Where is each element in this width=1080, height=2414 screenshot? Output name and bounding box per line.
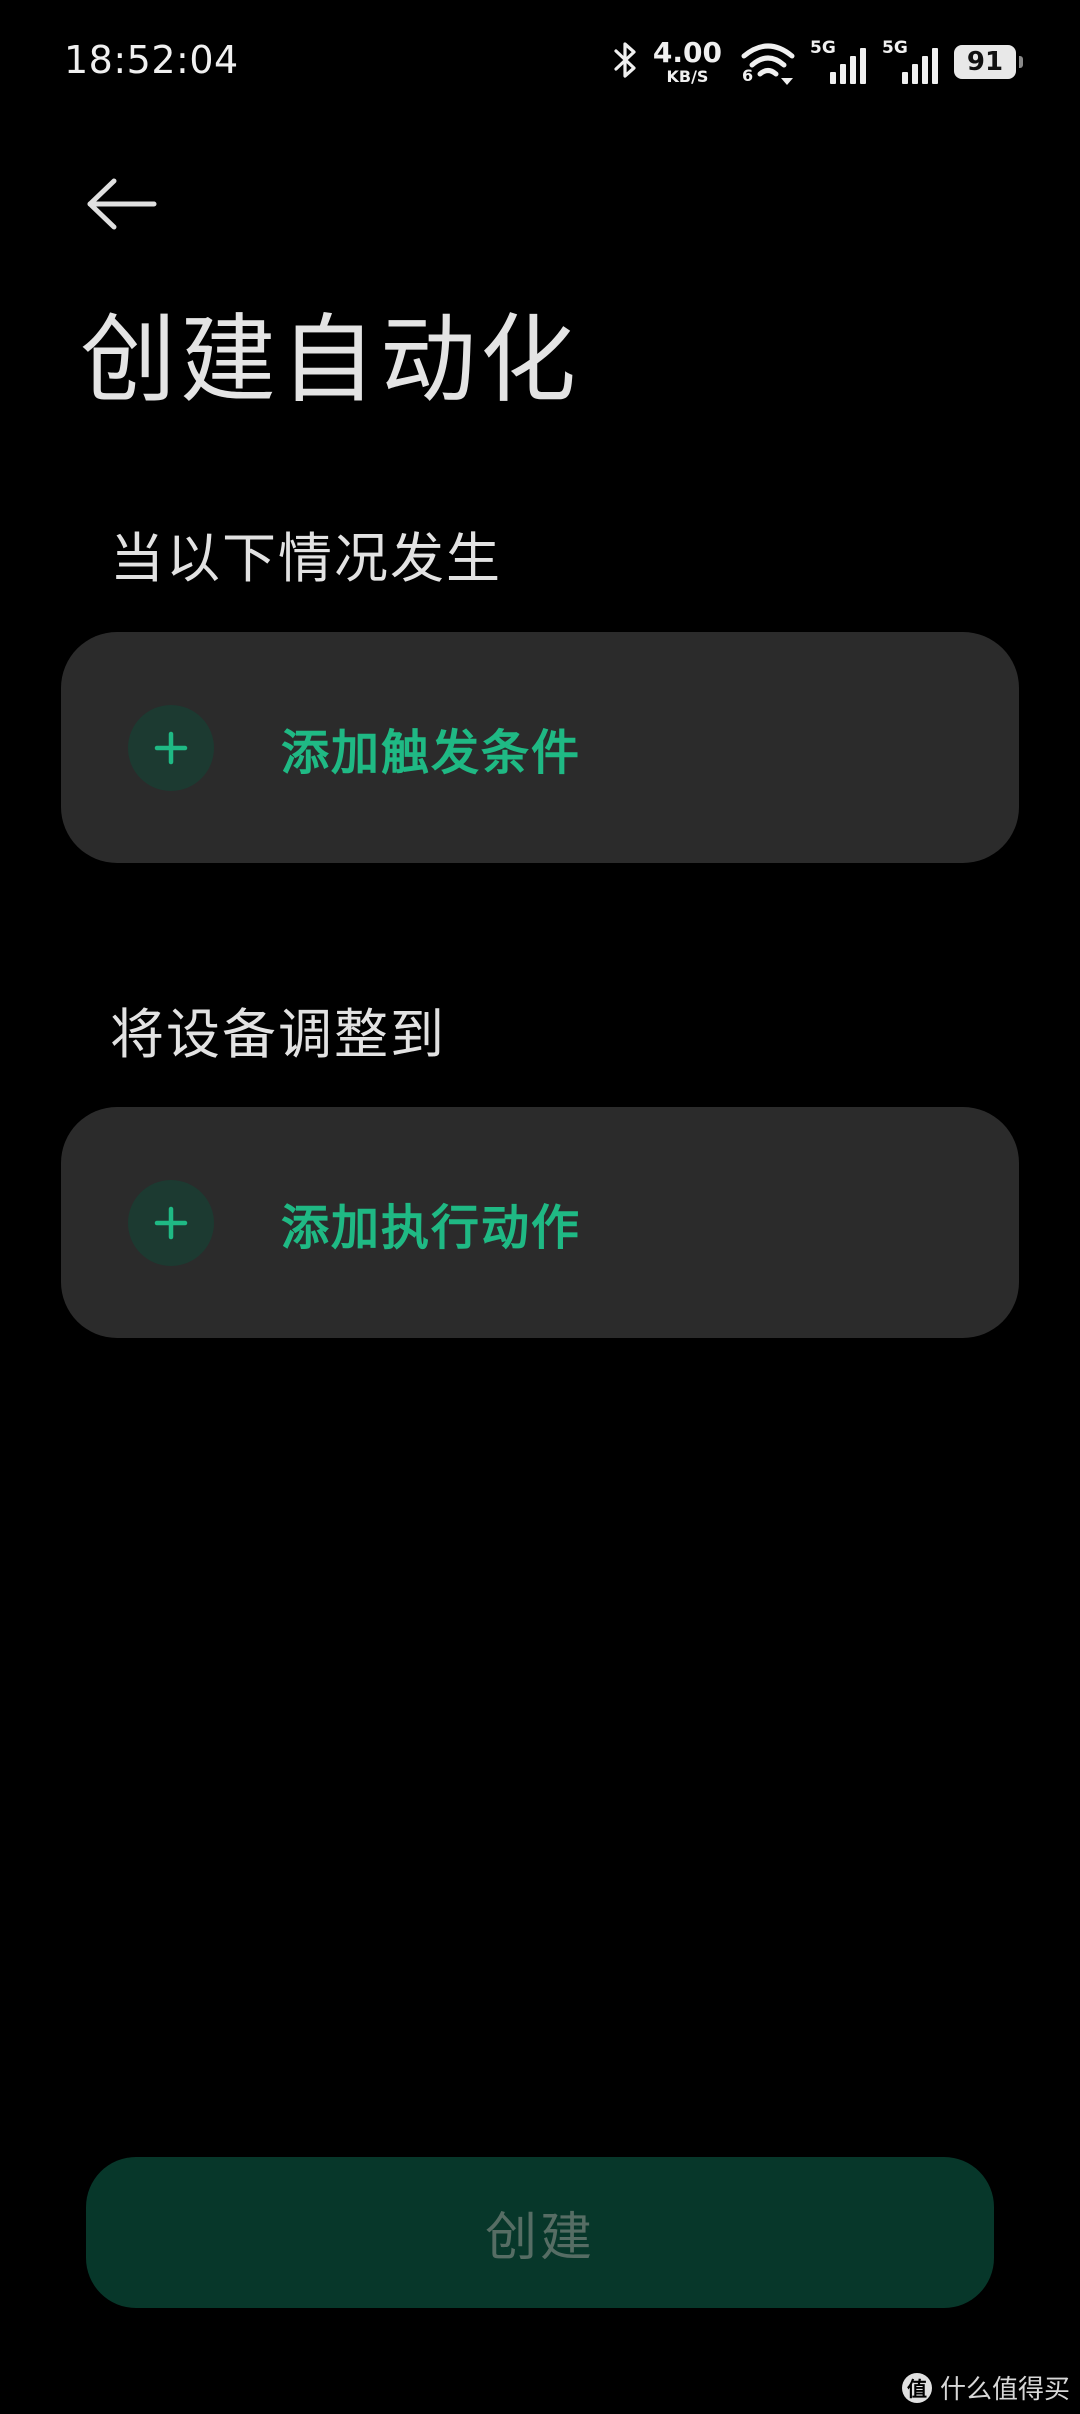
net-speed: 4.00 KB/S [653, 39, 722, 85]
cellular-signal-icon: 5G [810, 38, 868, 86]
page-title: 创建自动化 [80, 304, 580, 416]
net-speed-unit: KB/S [666, 67, 709, 86]
wifi-label: 6 [742, 66, 754, 85]
cellular-signal-icon-2: 5G [882, 38, 940, 86]
watermark-text: 什么值得买 [939, 2375, 1070, 2405]
add-trigger-label: 添加触发条件 [281, 724, 582, 781]
back-button[interactable] [82, 172, 162, 236]
battery-level: 91 [966, 47, 1004, 77]
create-button[interactable]: 创建 [86, 2157, 994, 2308]
plus-icon [154, 731, 188, 765]
status-bar: 18:52:04 4.00 KB/S 6 5G 5G 91 [0, 0, 1080, 130]
add-trigger-card[interactable]: 添加触发条件 [61, 632, 1019, 863]
bluetooth-icon [613, 40, 639, 84]
add-action-plus-button[interactable] [128, 1180, 214, 1266]
net-speed-value: 4.00 [652, 36, 722, 69]
trigger-section-label: 当以下情况发生 [110, 527, 502, 590]
action-section-label: 将设备调整到 [110, 1003, 446, 1066]
add-trigger-plus-button[interactable] [128, 705, 214, 791]
plus-icon [154, 1206, 188, 1240]
arrow-left-icon [87, 178, 157, 230]
watermark: 值 什么值得买 [901, 2369, 1070, 2406]
status-time: 18:52:04 [64, 38, 239, 82]
add-action-label: 添加执行动作 [281, 1199, 582, 1256]
status-icons: 4.00 KB/S 6 5G 5G 91 [613, 34, 1023, 90]
watermark-logo: 值 [901, 2372, 932, 2403]
wifi-icon: 6 [740, 38, 796, 86]
add-action-card[interactable]: 添加执行动作 [61, 1107, 1019, 1338]
battery-icon: 91 [954, 45, 1023, 79]
